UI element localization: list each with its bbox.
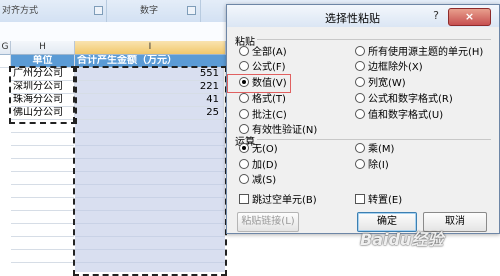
checkbox-icon [355, 194, 365, 204]
radio-icon [239, 159, 249, 169]
radio-paste-formulas-number-formats[interactable]: 公式和数字格式(R) [355, 93, 453, 105]
radio-paste-formats[interactable]: 格式(T) [239, 93, 286, 105]
option-label: 加(D) [252, 160, 278, 171]
copy-marquee-h [9, 66, 77, 124]
option-label: 公式和数字格式(R) [368, 94, 453, 105]
radio-icon [239, 46, 249, 56]
option-label: 公式(F) [252, 62, 286, 73]
radio-icon [239, 174, 249, 184]
paste-link-button[interactable]: 粘贴链接(L) [237, 212, 299, 232]
radio-paste-comments[interactable]: 批注(C) [239, 109, 287, 121]
column-h-lower-area[interactable] [11, 120, 74, 272]
option-label: 列宽(W) [368, 78, 406, 89]
radio-icon [355, 46, 365, 56]
radio-icon [355, 61, 365, 71]
ribbon-group-alignment: 对齐方式 [2, 6, 39, 16]
ribbon-separator [200, 0, 201, 22]
radio-icon [355, 143, 365, 153]
radio-icon [355, 159, 365, 169]
radio-paste-column-widths[interactable]: 列宽(W) [355, 77, 406, 89]
radio-op-subtract[interactable]: 减(S) [239, 174, 276, 186]
radio-op-divide[interactable]: 除(I) [355, 159, 389, 171]
column-header-i[interactable]: I [75, 41, 226, 55]
dialog-titlebar[interactable]: 选择性粘贴 ? × [227, 5, 499, 27]
radio-icon [355, 109, 365, 119]
radio-paste-formulas[interactable]: 公式(F) [239, 61, 286, 73]
option-label: 值和数字格式(U) [368, 110, 444, 121]
option-label: 除(I) [368, 160, 389, 171]
option-label: 跳过空单元(B) [252, 195, 317, 206]
radio-paste-source-theme[interactable]: 所有使用源主题的单元(H) [355, 46, 483, 58]
radio-icon [239, 61, 249, 71]
baidu-watermark: Baidu经验 [360, 230, 444, 249]
radio-selected-icon [239, 77, 249, 87]
radio-icon [355, 77, 365, 87]
option-label: 所有使用源主题的单元(H) [368, 47, 484, 58]
option-label: 批注(C) [252, 110, 287, 121]
ribbon-group-number: 数字 [140, 6, 159, 16]
radio-icon [355, 93, 365, 103]
operation-section-divider [257, 139, 491, 140]
option-label: 数值(V) [252, 78, 287, 89]
paste-section-divider [257, 39, 491, 40]
radio-op-multiply[interactable]: 乘(M) [355, 143, 394, 155]
radio-icon [239, 93, 249, 103]
dialog-title: 选择性粘贴 [325, 12, 380, 25]
close-button[interactable]: × [448, 8, 491, 26]
radio-paste-no-borders[interactable]: 边框除外(X) [355, 61, 423, 73]
option-label: 格式(T) [252, 94, 286, 105]
number-launcher-icon[interactable] [187, 6, 196, 15]
checkbox-icon [239, 194, 249, 204]
paste-special-dialog: 选择性粘贴 ? × 粘贴 全部(A) 公式(F) 数值(V) 格式(T) 批注(… [226, 4, 500, 234]
radio-icon [239, 109, 249, 119]
column-header-g[interactable]: G [0, 41, 11, 55]
radio-paste-all[interactable]: 全部(A) [239, 46, 287, 58]
ribbon-separator [106, 0, 107, 22]
copy-marquee [73, 66, 227, 276]
radio-paste-values[interactable]: 数值(V) [239, 77, 287, 89]
radio-paste-values-number-formats[interactable]: 值和数字格式(U) [355, 109, 443, 121]
radio-selected-icon [239, 143, 249, 153]
radio-op-none[interactable]: 无(O) [239, 143, 278, 155]
option-label: 转置(E) [368, 195, 403, 206]
alignment-launcher-icon[interactable] [94, 6, 103, 15]
checkbox-transpose[interactable]: 转置(E) [355, 194, 402, 206]
option-label: 无(O) [252, 144, 278, 155]
column-header-h[interactable]: H [11, 41, 75, 55]
option-label: 边框除外(X) [368, 62, 423, 73]
radio-op-add[interactable]: 加(D) [239, 159, 278, 171]
option-label: 全部(A) [252, 47, 287, 58]
checkbox-skip-blanks[interactable]: 跳过空单元(B) [239, 194, 317, 206]
option-label: 有效性验证(N) [252, 125, 318, 136]
option-label: 乘(M) [368, 144, 395, 155]
help-button[interactable]: ? [429, 10, 443, 22]
option-label: 减(S) [252, 175, 277, 186]
